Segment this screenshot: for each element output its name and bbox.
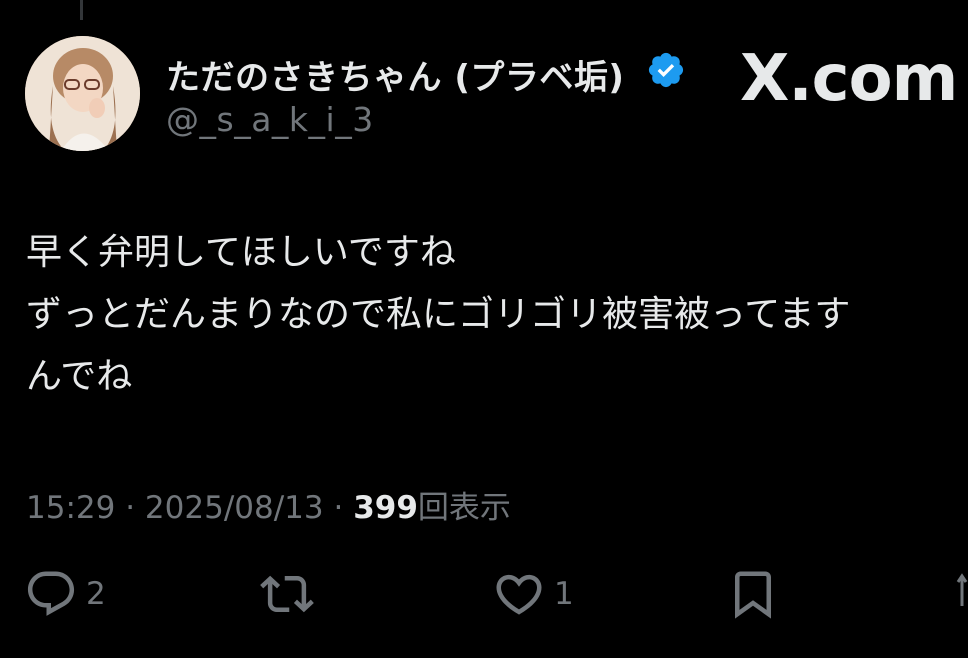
verified-badge-icon (648, 52, 684, 88)
watermark-xcom: X.com (740, 42, 958, 116)
tweet-date[interactable]: 2025/08/13 (145, 490, 324, 526)
reply-count: 2 (86, 576, 106, 612)
repost-button[interactable] (260, 566, 322, 622)
meta-separator: · (333, 490, 344, 526)
like-button[interactable]: 1 (492, 566, 574, 622)
tweet-meta: 15:29 · 2025/08/13 · 399回表示 (26, 482, 511, 527)
bookmark-icon (735, 571, 771, 619)
display-name[interactable]: ただのさきちゃん (プラベ垢) (166, 50, 624, 99)
tweet-text-line: んでね (26, 356, 133, 397)
meta-separator: · (125, 490, 136, 526)
action-bar: 2 1 (0, 566, 968, 626)
bookmark-button[interactable] (726, 566, 780, 622)
user-handle[interactable]: @_s_a_k_i_3 (166, 100, 374, 139)
reply-icon (27, 571, 75, 616)
tweet-text-line: 早く弁明してほしいですね (26, 232, 456, 273)
tweet-text: 早く弁明してほしいですね ずっとだんまりなので私にゴリゴリ被害被ってます んでね (26, 222, 968, 408)
avatar[interactable] (25, 36, 140, 151)
tweet-text-line: ずっとだんまりなので私にゴリゴリ被害被ってます (26, 294, 851, 335)
heart-icon (496, 574, 542, 615)
repost-icon (260, 575, 314, 613)
share-icon[interactable] (956, 566, 968, 622)
avatar-image (25, 36, 140, 151)
tweet-time[interactable]: 15:29 (26, 490, 115, 526)
thread-connector-line (80, 0, 83, 20)
reply-button[interactable]: 2 (24, 566, 106, 622)
views-count: 399 (353, 490, 418, 526)
views-label: 回表示 (417, 490, 511, 526)
like-count: 1 (554, 576, 574, 612)
